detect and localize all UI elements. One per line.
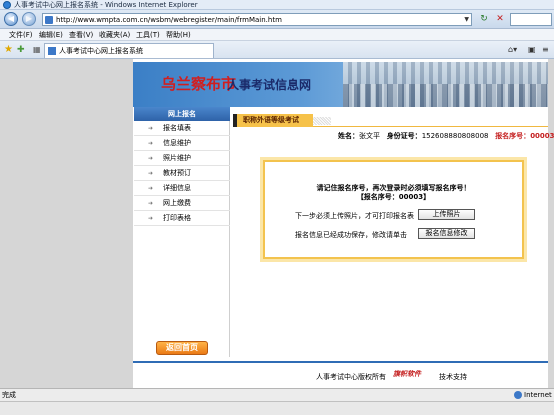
sidebar-item-textbook[interactable]: ➜ 教材预订 xyxy=(134,166,230,181)
id-value: 152608880808008 xyxy=(421,132,489,140)
name-key: 姓名： xyxy=(338,132,359,140)
back-home-button[interactable]: 返回首页 xyxy=(156,341,208,355)
name-value: 张文平 xyxy=(359,132,380,140)
feeds-icon[interactable]: ▣ xyxy=(528,45,536,55)
upload-photo-button[interactable]: 上传照片 xyxy=(418,209,475,220)
reg-value: 00003 xyxy=(530,132,554,140)
sidebar-item-print[interactable]: ➜ 打印表格 xyxy=(134,211,230,226)
notice-panel: 请记住报名序号，再次登录时必须填写报名序号！ 【报名序号：00003】 下一步必… xyxy=(263,160,524,259)
sidebar-item-label: 报名填表 xyxy=(163,124,191,132)
menu-favorites[interactable]: 收藏夹(A) xyxy=(99,30,130,40)
address-toolbar: ◀ ▶ http://www.wmpta.com.cn/wsbm/webregi… xyxy=(0,10,554,29)
address-bar[interactable]: http://www.wmpta.com.cn/wsbm/webregister… xyxy=(42,13,472,26)
applicant-info: 姓名：张文平 身份证号：152608880808008 报名序号：00003 xyxy=(338,132,554,140)
favorites-star-icon[interactable]: ★ xyxy=(4,44,13,56)
sidebar-item-label: 照片维护 xyxy=(163,154,191,162)
security-zone[interactable]: Internet xyxy=(524,391,552,399)
tab-main[interactable]: 人事考试中心网上报名系统 xyxy=(44,43,214,58)
menu-view[interactable]: 查看(V) xyxy=(69,30,93,40)
menu-tools[interactable]: 工具(T) xyxy=(136,30,160,40)
sidebar-item-details[interactable]: ➜ 详细信息 xyxy=(134,181,230,196)
sidebar: 网上报名 ➜ 报名填表 ➜ 信息维护 ➜ 照片维护 ➜ 教材预订 ➜ 详细信息 … xyxy=(134,107,230,357)
modify-hint: 报名信息已经成功保存，修改请单击 xyxy=(295,231,407,239)
banner-site-title: 人事考试信息网 xyxy=(227,78,312,92)
window-title: 人事考试中心网上报名系统 - Windows Internet Explorer xyxy=(14,1,198,9)
sidebar-item-info-maintain[interactable]: ➜ 信息维护 xyxy=(134,136,230,151)
sidebar-item-label: 教材预订 xyxy=(163,169,191,177)
sidebar-item-label: 打印表格 xyxy=(163,214,191,222)
arrow-icon: ➜ xyxy=(148,215,154,222)
page-icon xyxy=(45,16,53,24)
quick-tabs-icon[interactable]: ▦ xyxy=(33,45,41,55)
menu-help[interactable]: 帮助(H) xyxy=(166,30,191,40)
banner-city: 乌兰察布市 xyxy=(161,75,237,93)
taskbar-strip xyxy=(0,401,554,415)
section-title: 职称外语等级考试 xyxy=(233,114,313,127)
sidebar-item-payment[interactable]: ➜ 网上缴费 xyxy=(134,196,230,211)
tab-label: 人事考试中心网上报名系统 xyxy=(59,47,143,55)
window-title-bar: 人事考试中心网上报名系统 - Windows Internet Explorer xyxy=(0,0,554,10)
vendor-logo: 旗帜软件 xyxy=(393,370,421,378)
arrow-icon: ➜ xyxy=(148,185,154,192)
arrow-icon: ➜ xyxy=(148,125,154,132)
page-footer: 人事考试中心版权所有 旗帜软件 技术支持 xyxy=(133,361,548,388)
id-key: 身份证号： xyxy=(386,132,422,140)
arrow-icon: ➜ xyxy=(148,170,154,177)
search-input[interactable] xyxy=(510,13,552,26)
page-left-margin xyxy=(0,59,133,388)
refresh-icon[interactable]: ↻ xyxy=(478,13,490,25)
banner-photo-crowd xyxy=(343,84,548,107)
footer-support: 技术支持 xyxy=(439,373,467,381)
sidebar-item-label: 网上缴费 xyxy=(163,199,191,207)
menu-file[interactable]: 文件(F) xyxy=(9,30,33,40)
add-favorite-icon[interactable]: ✚ xyxy=(17,44,25,56)
address-url[interactable]: http://www.wmpta.com.cn/wsbm/webregister… xyxy=(56,16,282,24)
sidebar-item-photo[interactable]: ➜ 照片维护 xyxy=(134,151,230,166)
status-bar: 完成 Internet xyxy=(0,388,554,401)
favorites-tab-bar: ★ ✚ ▦ 人事考试中心网上报名系统 ⌂▾ ▣ ≡ xyxy=(0,41,554,59)
ie-logo-icon xyxy=(3,1,11,9)
back-arrow-icon[interactable]: ◀ xyxy=(4,12,18,26)
menu-edit[interactable]: 编辑(E) xyxy=(39,30,63,40)
menu-bar: 文件(F) 编辑(E) 查看(V) 收藏夹(A) 工具(T) 帮助(H) xyxy=(0,29,554,41)
upload-hint: 下一步必须上传照片，才可打印报名表 xyxy=(295,212,414,220)
tab-page-icon xyxy=(48,47,56,55)
section-decoration xyxy=(313,117,331,125)
chevron-down-icon[interactable]: ▼ xyxy=(464,16,469,24)
home-icon[interactable]: ⌂▾ xyxy=(508,45,517,55)
sidebar-header: 网上报名 xyxy=(134,107,230,121)
stop-icon[interactable]: ✕ xyxy=(494,13,506,25)
print-icon[interactable]: ≡ xyxy=(542,45,549,55)
forward-arrow-icon[interactable]: ▶ xyxy=(22,12,36,26)
section-divider xyxy=(313,126,548,127)
arrow-icon: ➜ xyxy=(148,200,154,207)
page-right-margin xyxy=(548,59,554,388)
notice-line-2: 【报名序号：00003】 xyxy=(356,193,431,201)
modify-info-button[interactable]: 报名信息修改 xyxy=(418,228,475,239)
site-banner: 乌兰察布市 人事考试信息网 xyxy=(133,62,548,107)
sidebar-item-label: 信息维护 xyxy=(163,139,191,147)
globe-icon xyxy=(514,391,522,399)
notice-line-1: 请记住报名序号，再次登录时必须填写报名序号！ xyxy=(316,184,471,192)
sidebar-item-register[interactable]: ➜ 报名填表 xyxy=(134,121,230,136)
arrow-icon: ➜ xyxy=(148,155,154,162)
arrow-icon: ➜ xyxy=(148,140,154,147)
sidebar-item-label: 详细信息 xyxy=(163,184,191,192)
footer-copyright: 人事考试中心版权所有 xyxy=(316,373,386,381)
status-text: 完成 xyxy=(2,391,16,399)
reg-key: 报名序号： xyxy=(495,132,531,140)
